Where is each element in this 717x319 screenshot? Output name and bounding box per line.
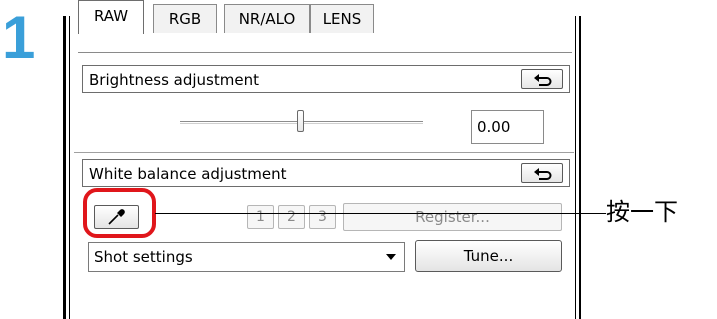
reset-arrow-icon	[534, 168, 552, 180]
brightness-slider-thumb[interactable]	[297, 110, 304, 132]
panel-frame-right-inner	[575, 16, 576, 319]
brightness-section-title: Brightness adjustment	[89, 71, 259, 89]
register-button[interactable]: Register...	[343, 203, 562, 231]
brightness-value-field[interactable]: 0.00	[471, 110, 544, 144]
callout-leader-line	[155, 213, 606, 214]
section-divider	[74, 152, 574, 153]
white-balance-section-title: White balance adjustment	[89, 165, 287, 183]
white-balance-section-header: White balance adjustment	[82, 159, 570, 187]
chevron-down-icon	[386, 254, 396, 260]
white-balance-select[interactable]: Shot settings	[88, 242, 405, 272]
brightness-reset-button[interactable]	[521, 69, 563, 89]
white-balance-select-value: Shot settings	[94, 248, 193, 266]
tab-lens[interactable]: LENS	[310, 4, 374, 33]
reset-arrow-icon	[534, 74, 552, 86]
panel-frame-right	[579, 16, 581, 319]
step-number: 1	[2, 4, 36, 71]
custom-wb-button-2[interactable]: 2	[278, 205, 305, 229]
tab-raw[interactable]: RAW	[78, 0, 144, 34]
tab-rgb[interactable]: RGB	[153, 4, 217, 33]
highlight-circle	[83, 188, 156, 238]
custom-wb-button-1[interactable]: 1	[247, 205, 274, 229]
tab-baseline	[78, 52, 572, 53]
brightness-section-header: Brightness adjustment	[82, 65, 570, 93]
tune-button[interactable]: Tune...	[415, 240, 562, 272]
panel-frame-left-inner	[69, 16, 70, 319]
panel-frame-left	[63, 16, 66, 319]
white-balance-reset-button[interactable]	[521, 163, 563, 183]
callout-label: 按一下	[606, 198, 678, 226]
tab-nr-alo[interactable]: NR/ALO	[224, 4, 310, 33]
custom-wb-button-3[interactable]: 3	[309, 205, 336, 229]
